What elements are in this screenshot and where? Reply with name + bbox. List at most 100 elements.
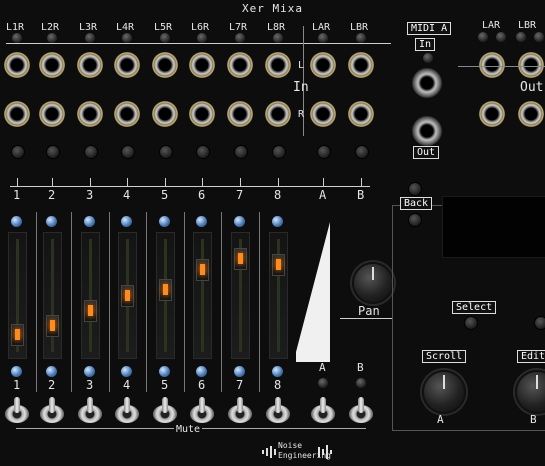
out-guide-l [458,66,545,67]
channel-number-8: 8 [274,188,282,202]
input-led-8 [273,33,283,43]
channel-button-4[interactable] [121,145,135,159]
mute-toggle-B[interactable] [349,397,373,427]
input-jack-r-10[interactable] [348,101,374,127]
fader-2[interactable] [43,232,62,359]
mute-label: Mute [174,424,203,435]
input-jack-r-7[interactable] [227,101,253,127]
input-jack-l-4[interactable] [114,52,140,78]
channel-button-5[interactable] [159,145,173,159]
fader-cap-3[interactable] [84,300,97,322]
channel-button-B[interactable] [355,145,369,159]
toggle-lever [275,397,281,413]
midi-in-jack[interactable] [412,68,442,98]
input-jack-r-1[interactable] [4,101,30,127]
fader-4[interactable] [118,232,137,359]
fader-cap-7[interactable] [234,248,247,270]
fader-cap-4[interactable] [121,285,134,307]
input-jack-l-10[interactable] [348,52,374,78]
input-jack-r-2[interactable] [39,101,65,127]
input-jack-l-2[interactable] [39,52,65,78]
out-jack-ra[interactable] [479,101,505,127]
input-label-7: L7R [229,22,248,33]
mute-toggle-2[interactable] [40,397,64,427]
fader-6[interactable] [193,232,212,359]
fader-cap-2[interactable] [46,315,59,337]
mute-toggle-6[interactable] [190,397,214,427]
input-jack-r-3[interactable] [77,101,103,127]
fader-7[interactable] [231,232,250,359]
channel-indicator-bottom-6 [196,366,207,377]
fader-5[interactable] [156,232,175,359]
fader-1[interactable] [8,232,27,359]
input-jack-l-8[interactable] [265,52,291,78]
input-jack-l-9[interactable] [310,52,336,78]
input-jack-l-3[interactable] [77,52,103,78]
midi-out-jack[interactable] [412,116,442,146]
out-jack-la[interactable] [479,52,505,78]
toggle-lever [124,397,130,413]
fader-cap-5[interactable] [159,279,172,301]
channel-indicator-top-1 [11,216,22,227]
input-jack-r-6[interactable] [189,101,215,127]
input-jack-r-8[interactable] [265,101,291,127]
fader-8[interactable] [269,232,288,359]
input-jack-r-5[interactable] [152,101,178,127]
out-jack-lb[interactable] [518,52,544,78]
knob-a[interactable] [422,370,466,414]
toggle-lever [49,397,55,413]
input-jack-l-7[interactable] [227,52,253,78]
mute-toggle-1[interactable] [5,397,29,427]
select-button-2[interactable] [534,316,545,330]
input-jack-r-4[interactable] [114,101,140,127]
mute-toggle-4[interactable] [115,397,139,427]
input-jack-l-5[interactable] [152,52,178,78]
input-jack-r-9[interactable] [310,101,336,127]
channel-button-3[interactable] [84,145,98,159]
channel-button-7[interactable] [234,145,248,159]
input-label-5: L5R [154,22,173,33]
midi-out-label: Out [413,146,440,159]
select-button[interactable] [464,316,478,330]
channel-button-2[interactable] [46,145,60,159]
fader-cap-8[interactable] [272,254,285,276]
input-label-4: L4R [116,22,135,33]
input-jack-l-1[interactable] [4,52,30,78]
back-button[interactable] [408,213,422,227]
mute-toggle-7[interactable] [228,397,252,427]
mute-toggle-5[interactable] [153,397,177,427]
r-marker: R [298,109,305,120]
strip-separator [146,212,147,392]
input-led-7 [235,33,245,43]
input-led-5 [160,33,170,43]
out-jack-rb[interactable] [518,101,544,127]
input-label-2: L2R [41,22,60,33]
ab-label-A: A [319,361,326,374]
input-jack-l-6[interactable] [189,52,215,78]
mute-toggle-A[interactable] [311,397,335,427]
mute-toggle-8[interactable] [266,397,290,427]
fader-3[interactable] [81,232,100,359]
fader-number-3: 3 [86,378,94,392]
channel-button-8[interactable] [272,145,286,159]
strip-separator [221,212,222,392]
edit-label: Edit [517,350,545,363]
back-label: Back [400,197,433,210]
select-label: Select [452,301,497,314]
ab-label-B: B [357,361,364,374]
channel-button-A[interactable] [317,145,331,159]
toggle-lever [87,397,93,413]
in-label: In [293,80,309,95]
fader-cap-1[interactable] [11,324,24,346]
mute-toggle-3[interactable] [78,397,102,427]
channel-number-4: 4 [123,188,131,202]
strip-separator [109,212,110,392]
input-label-8: L8R [267,22,286,33]
pan-knob[interactable] [352,262,394,304]
input-led-10 [356,33,366,43]
channel-button-1[interactable] [11,145,25,159]
channel-button-6[interactable] [196,145,210,159]
fader-number-2: 2 [48,378,56,392]
fader-cap-6[interactable] [196,259,209,281]
input-led-9 [318,33,328,43]
